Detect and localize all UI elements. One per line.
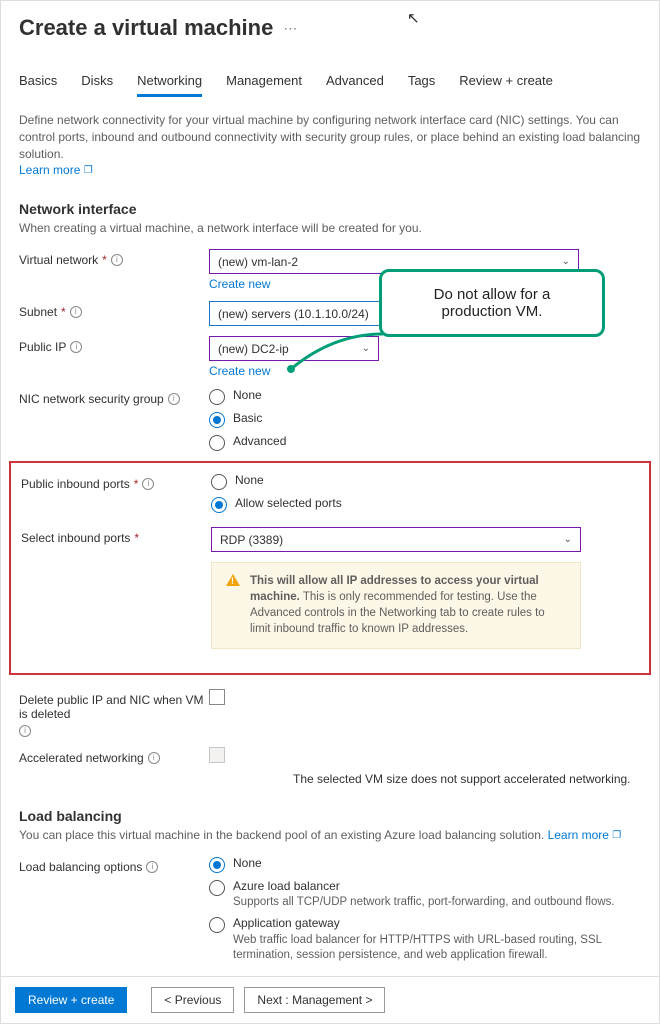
page-title: Create a virtual machine (19, 15, 273, 41)
radio-icon (209, 389, 225, 405)
lb-learn-more-link[interactable]: Learn more ❐ (548, 828, 622, 842)
external-link-icon: ❐ (612, 830, 621, 841)
info-icon[interactable]: i (70, 341, 82, 353)
warning-banner: This will allow all IP addresses to acce… (211, 562, 581, 648)
tab-advanced[interactable]: Advanced (326, 67, 384, 97)
info-icon[interactable]: i (146, 861, 158, 873)
public-ports-option-label: None (235, 473, 264, 489)
label-public-ports: Public inbound ports (21, 477, 130, 491)
warning-icon (226, 574, 240, 586)
tab-management[interactable]: Management (226, 67, 302, 97)
cursor-icon: ↖ (407, 9, 420, 27)
lb-option-label: Azure load balancer (233, 879, 615, 895)
section-load-balancing-title: Load balancing (19, 808, 641, 824)
highlight-box: Public inbound ports * i NoneAllow selec… (9, 461, 651, 674)
inbound-ports-select[interactable]: RDP (3389) ⌄ (211, 527, 581, 552)
radio-icon (211, 474, 227, 490)
label-inbound-ports: Select inbound ports (21, 531, 130, 545)
tab-bar: Basics Disks Networking Management Advanced T… (19, 67, 641, 98)
tab-review-create[interactable]: Review + create (459, 67, 553, 97)
lb-radio-group: None Azure load balancerSupports all TCP/… (209, 856, 641, 963)
radio-icon (209, 880, 225, 896)
more-icon[interactable]: ⋯ (283, 20, 297, 37)
lb-option-label: None (233, 856, 262, 872)
chevron-down-icon: ⌄ (564, 534, 572, 545)
radio-icon (209, 857, 225, 873)
chevron-down-icon: ⌄ (562, 256, 570, 267)
external-link-icon: ❐ (84, 165, 93, 176)
footer-bar: Review + create < Previous Next : Manage… (1, 976, 659, 1023)
tab-tags[interactable]: Tags (408, 67, 435, 97)
nsg-option[interactable]: None (209, 388, 641, 405)
radio-icon (211, 497, 227, 513)
nsg-option-label: None (233, 388, 262, 404)
label-subnet: Subnet (19, 305, 57, 319)
info-icon[interactable]: i (111, 254, 123, 266)
section-network-interface-sub: When creating a virtual machine, a netwo… (19, 221, 641, 235)
nsg-option-label: Advanced (233, 434, 286, 450)
accel-checkbox (209, 747, 225, 763)
label-accel: Accelerated networking (19, 751, 144, 765)
lb-option[interactable]: Application gatewayWeb traffic load bala… (209, 916, 641, 962)
info-icon[interactable]: i (142, 478, 154, 490)
lb-option-desc: Web traffic load balancer for HTTP/HTTPS… (233, 933, 641, 963)
nsg-option[interactable]: Basic (209, 411, 641, 428)
tab-basics[interactable]: Basics (19, 67, 57, 97)
required-icon: * (102, 253, 107, 267)
public-ports-radio-group: None Allow selected ports (211, 473, 639, 513)
public-ports-option[interactable]: None (211, 473, 639, 490)
accel-note: The selected VM size does not support ac… (293, 772, 641, 786)
radio-icon (209, 917, 225, 933)
label-virtual-network: Virtual network (19, 253, 98, 267)
lb-option-label: Application gateway (233, 916, 641, 932)
previous-button[interactable]: < Previous (151, 987, 234, 1013)
nsg-option[interactable]: Advanced (209, 434, 641, 451)
nsg-option-label: Basic (233, 411, 262, 427)
label-lb-options: Load balancing options (19, 860, 142, 874)
delete-nic-checkbox[interactable] (209, 689, 225, 705)
intro-text: Define network connectivity for your vir… (19, 112, 641, 179)
section-network-interface-title: Network interface (19, 201, 641, 217)
tab-networking[interactable]: Networking (137, 67, 202, 97)
create-new-ip-link[interactable]: Create new (209, 364, 641, 378)
learn-more-link[interactable]: Learn more ❐ (19, 163, 93, 177)
label-delete-nic: Delete public IP and NIC when VM is dele… (19, 693, 209, 721)
info-icon[interactable]: i (148, 752, 160, 764)
info-icon[interactable]: i (70, 306, 82, 318)
radio-icon (209, 412, 225, 428)
review-create-button[interactable]: Review + create (15, 987, 127, 1013)
section-load-balancing-sub: You can place this virtual machine in th… (19, 828, 641, 842)
label-nsg: NIC network security group (19, 392, 164, 406)
lb-option-desc: Supports all TCP/UDP network traffic, po… (233, 895, 615, 910)
lb-option[interactable]: None (209, 856, 641, 873)
public-ports-option[interactable]: Allow selected ports (211, 496, 639, 513)
info-icon[interactable]: i (168, 393, 180, 405)
page-header: Create a virtual machine ⋯ (19, 15, 641, 41)
radio-icon (209, 435, 225, 451)
nsg-radio-group: None Basic Advanced (209, 388, 641, 451)
tab-disks[interactable]: Disks (81, 67, 113, 97)
next-button[interactable]: Next : Management > (244, 987, 385, 1013)
label-public-ip: Public IP (19, 340, 66, 354)
info-icon[interactable]: i (19, 725, 31, 737)
public-ports-option-label: Allow selected ports (235, 496, 342, 512)
intro-body: Define network connectivity for your vir… (19, 113, 640, 161)
lb-option[interactable]: Azure load balancerSupports all TCP/UDP … (209, 879, 641, 911)
annotation-callout: Do not allow for a production VM. (379, 269, 605, 337)
